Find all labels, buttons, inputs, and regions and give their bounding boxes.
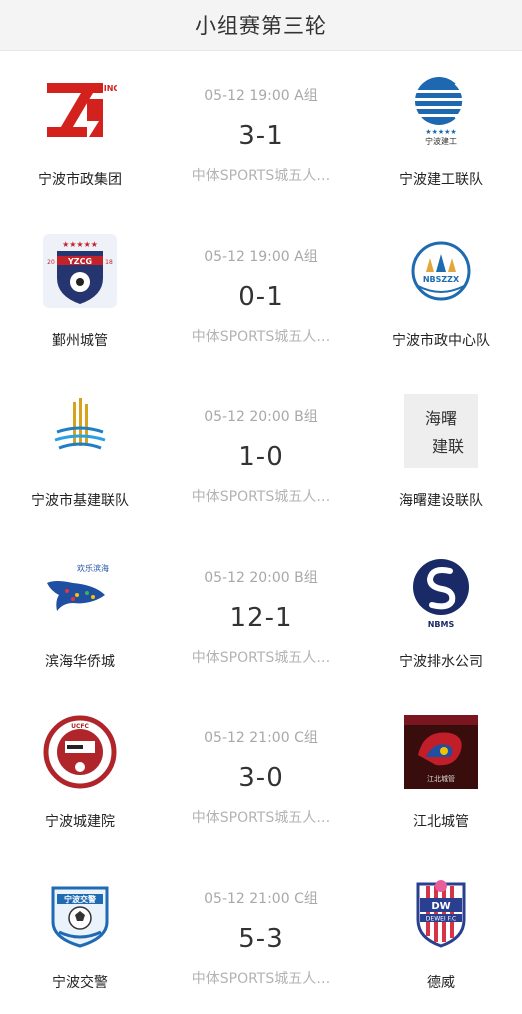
match-info: 05-12 21:00 C组 5-3 中体SPORTS城五人… (170, 888, 352, 988)
match-score: 3-1 (170, 121, 352, 151)
match-score: 5-3 (170, 924, 352, 954)
ucfc-badge-logo-icon: UCFC (43, 715, 117, 789)
match-venue: 中体SPORTS城五人… (170, 326, 352, 346)
svg-text:★★★★★: ★★★★★ (425, 128, 456, 136)
svg-text:★★★★★: ★★★★★ (62, 240, 98, 249)
match-info: 05-12 20:00 B组 12-1 中体SPORTS城五人… (170, 567, 352, 667)
match-score: 3-0 (170, 763, 352, 793)
home-team-name: 鄞州城管 (5, 330, 155, 350)
match-card[interactable]: 宁波交警 宁波交警 05-12 21:00 C组 5-3 中体SPORTS城五人… (0, 854, 522, 1014)
svg-text:YZCG: YZCG (67, 257, 92, 266)
match-venue: 中体SPORTS城五人… (170, 807, 352, 827)
ningbo-construction-logo-icon: ★★★★★ 宁波建工 (404, 73, 478, 147)
match-time: 05-12 21:00 C组 (170, 727, 352, 747)
dewei-fc-logo-icon: DW DEWEI F.C (404, 876, 478, 950)
page-title: 小组赛第三轮 (195, 10, 327, 40)
match-card[interactable]: 宁波市基建联队 05-12 20:00 B组 1-0 中体SPORTS城五人… … (0, 372, 522, 533)
home-team[interactable]: 宁波市基建联队 (5, 394, 155, 510)
drainage-s-logo-icon: NBMS (404, 555, 478, 629)
away-team[interactable]: ★★★★★ 宁波建工 宁波建工联队 (366, 73, 516, 189)
home-team-name: 滨海华侨城 (5, 651, 155, 671)
svg-text:18: 18 (105, 259, 113, 266)
svg-text:宁波交警: 宁波交警 (64, 894, 96, 904)
svg-text:欢乐滨海: 欢乐滨海 (77, 563, 109, 573)
match-card[interactable]: ★★★★★ YZCG 20 18 鄞州城管 05-12 19:00 A组 0-1… (0, 212, 522, 373)
svg-text:20: 20 (47, 259, 55, 266)
home-team[interactable]: 欢乐滨海 滨海华侨城 (5, 555, 155, 671)
svg-text:建联: 建联 (432, 437, 464, 456)
match-time: 05-12 20:00 B组 (170, 567, 352, 587)
svg-text:江北城管: 江北城管 (427, 774, 455, 783)
ningbo-municipal-logo-icon: NINGI (43, 73, 117, 147)
svg-text:海曙: 海曙 (425, 409, 457, 428)
match-time: 05-12 20:00 B组 (170, 406, 352, 426)
match-list: NINGI 宁波市政集团 05-12 19:00 A组 3-1 中体SPORTS… (0, 51, 522, 1014)
home-team-name: 宁波交警 (5, 972, 155, 992)
match-venue: 中体SPORTS城五人… (170, 968, 352, 988)
away-team-name: 宁波排水公司 (366, 651, 516, 671)
yzcg-shield-logo-icon: ★★★★★ YZCG 20 18 (43, 234, 117, 308)
match-score: 12-1 (170, 603, 352, 633)
top-bar: 小组赛第三轮 (0, 0, 522, 51)
svg-text:NBMS: NBMS (428, 620, 455, 629)
match-time: 05-12 19:00 A组 (170, 246, 352, 266)
match-venue: 中体SPORTS城五人… (170, 647, 352, 667)
traffic-police-logo-icon: 宁波交警 (43, 876, 117, 950)
away-team-name: 宁波建工联队 (366, 169, 516, 189)
match-time: 05-12 19:00 A组 (170, 85, 352, 105)
jiangbei-logo-icon: 江北城管 (404, 715, 478, 789)
match-venue: 中体SPORTS城五人… (170, 165, 352, 185)
home-team[interactable]: NINGI 宁波市政集团 (5, 73, 155, 189)
away-team[interactable]: NBMS 宁波排水公司 (366, 555, 516, 671)
svg-text:DEWEI F.C: DEWEI F.C (426, 915, 456, 922)
whale-logo-icon: 欢乐滨海 (43, 555, 117, 629)
away-team[interactable]: 海曙 建联 海曙建设联队 (366, 394, 516, 510)
svg-text:宁波建工: 宁波建工 (425, 136, 457, 146)
home-team[interactable]: ★★★★★ YZCG 20 18 鄞州城管 (5, 234, 155, 350)
away-team-name: 江北城管 (366, 811, 516, 831)
match-time: 05-12 21:00 C组 (170, 888, 352, 908)
away-team[interactable]: DW DEWEI F.C 德威 (366, 876, 516, 992)
home-team[interactable]: 宁波交警 宁波交警 (5, 876, 155, 992)
away-team[interactable]: 江北城管 江北城管 (366, 715, 516, 831)
home-team[interactable]: UCFC 宁波城建院 (5, 715, 155, 831)
match-venue: 中体SPORTS城五人… (170, 486, 352, 506)
home-team-name: 宁波城建院 (5, 811, 155, 831)
away-team[interactable]: NBSZZX 宁波市政中心队 (366, 234, 516, 350)
svg-text:NINGI: NINGI (97, 84, 117, 93)
svg-text:UCFC: UCFC (71, 723, 89, 730)
match-card[interactable]: NINGI 宁波市政集团 05-12 19:00 A组 3-1 中体SPORTS… (0, 51, 522, 212)
home-team-name: 宁波市基建联队 (5, 490, 155, 510)
match-info: 05-12 19:00 A组 3-1 中体SPORTS城五人… (170, 85, 352, 185)
match-score: 1-0 (170, 442, 352, 472)
match-info: 05-12 19:00 A组 0-1 中体SPORTS城五人… (170, 246, 352, 346)
away-team-name: 德威 (366, 972, 516, 992)
nbszzx-logo-icon: NBSZZX (404, 234, 478, 308)
match-info: 05-12 21:00 C组 3-0 中体SPORTS城五人… (170, 727, 352, 827)
match-info: 05-12 20:00 B组 1-0 中体SPORTS城五人… (170, 406, 352, 506)
match-score: 0-1 (170, 282, 352, 312)
haishu-calligraphy-logo-icon: 海曙 建联 (404, 394, 478, 468)
away-team-name: 宁波市政中心队 (366, 330, 516, 350)
infrastructure-logo-icon (43, 394, 117, 468)
home-team-name: 宁波市政集团 (5, 169, 155, 189)
match-card[interactable]: 欢乐滨海 滨海华侨城 05-12 20:00 B组 12-1 中体SPORTS城… (0, 533, 522, 694)
svg-text:NBSZZX: NBSZZX (423, 275, 460, 284)
match-card[interactable]: UCFC 宁波城建院 05-12 21:00 C组 3-0 中体SPORTS城五… (0, 693, 522, 854)
away-team-name: 海曙建设联队 (366, 490, 516, 510)
svg-text:DW: DW (431, 901, 450, 912)
